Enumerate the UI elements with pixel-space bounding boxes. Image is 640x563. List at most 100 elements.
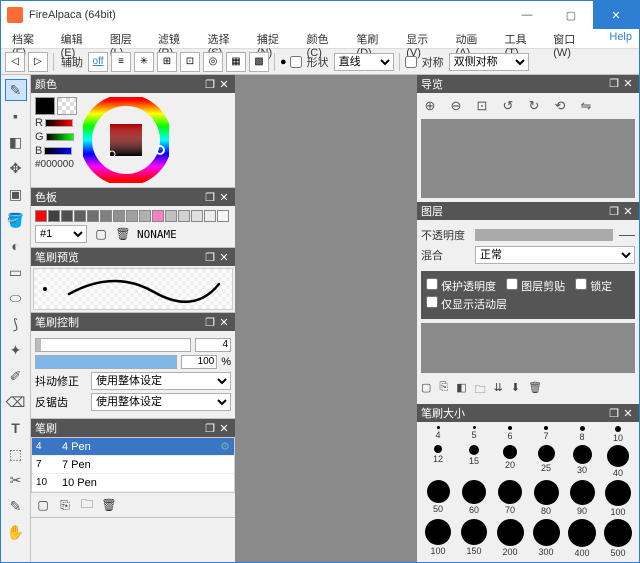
- shape-checkbox[interactable]: [290, 56, 302, 68]
- add-icon[interactable]: ▢: [93, 226, 109, 242]
- brush-size-cell[interactable]: 5: [457, 426, 491, 443]
- brush-size-cell[interactable]: 100: [421, 519, 455, 558]
- brush-size-cell[interactable]: 12: [421, 445, 455, 478]
- brush-size-cell[interactable]: 15: [457, 445, 491, 478]
- brush-row[interactable]: 44 Pen⚙: [32, 438, 234, 456]
- eyedropper-tool[interactable]: ✎: [5, 495, 27, 517]
- close-icon[interactable]: ✕: [217, 316, 231, 329]
- symmetry-select[interactable]: 双侧对称: [449, 53, 529, 71]
- snap-vanish-icon[interactable]: ⊞: [157, 52, 177, 72]
- undock-icon[interactable]: ❐: [607, 77, 621, 90]
- delete-layer-icon[interactable]: 🗑: [528, 381, 542, 400]
- wand-tool[interactable]: ✦: [5, 339, 27, 361]
- menu-item[interactable]: 颜色(C): [300, 29, 350, 48]
- undock-icon[interactable]: ❐: [203, 251, 217, 264]
- brush-size-cell[interactable]: 100: [601, 480, 635, 517]
- rotate-ccw-icon[interactable]: ↺: [499, 97, 517, 115]
- brush-size-cell[interactable]: 500: [601, 519, 635, 558]
- delete-icon[interactable]: 🗑: [101, 497, 117, 513]
- flip-icon[interactable]: ⇋: [577, 97, 595, 115]
- brush-size-cell[interactable]: 30: [565, 445, 599, 478]
- brush-size-cell[interactable]: 6: [493, 426, 527, 443]
- close-icon[interactable]: ✕: [217, 191, 231, 204]
- zoom-out-icon[interactable]: ⊖: [447, 97, 465, 115]
- minimize-button[interactable]: —: [505, 1, 549, 29]
- r-slider[interactable]: [45, 119, 73, 127]
- new-layer-icon[interactable]: ▢: [421, 381, 431, 400]
- reset-rotation-icon[interactable]: ⟲: [551, 97, 569, 115]
- snap-grid-icon[interactable]: ▩: [249, 52, 269, 72]
- palette-swatch[interactable]: [35, 210, 47, 222]
- palette-swatch[interactable]: [191, 210, 203, 222]
- undock-icon[interactable]: ❐: [607, 407, 621, 420]
- menu-item[interactable]: 图层(L): [103, 29, 151, 48]
- gradient-tool[interactable]: ◐: [5, 235, 27, 257]
- close-icon[interactable]: ✕: [621, 407, 635, 420]
- palette-preset[interactable]: #1: [35, 225, 87, 243]
- snap-curve-icon[interactable]: ▦: [226, 52, 246, 72]
- brush-size-cell[interactable]: 300: [529, 519, 563, 558]
- undo-button[interactable]: ◁: [5, 52, 25, 72]
- brush-tool[interactable]: ✎: [5, 79, 27, 101]
- protect-check[interactable]: 保护透明度: [426, 278, 496, 294]
- brush-list[interactable]: 44 Pen⚙77 Pen1010 Pen: [31, 437, 235, 493]
- palette-swatch[interactable]: [152, 210, 164, 222]
- palette-swatch[interactable]: [87, 210, 99, 222]
- blend-select[interactable]: 正常: [475, 246, 635, 264]
- brush-size-cell[interactable]: 40: [601, 445, 635, 478]
- clip-check[interactable]: 图层剪贴: [506, 278, 565, 294]
- maximize-button[interactable]: ▢: [549, 1, 593, 29]
- close-icon[interactable]: ✕: [621, 77, 635, 90]
- palette-swatch[interactable]: [126, 210, 138, 222]
- brush-size-cell[interactable]: 200: [493, 519, 527, 558]
- b-slider[interactable]: [44, 147, 72, 155]
- menu-item[interactable]: 窗口(W): [546, 29, 598, 48]
- menu-item[interactable]: 工具(T): [498, 29, 547, 48]
- close-icon[interactable]: ✕: [217, 78, 231, 91]
- symmetry-checkbox[interactable]: [405, 56, 417, 68]
- menu-item[interactable]: 捕捉(N): [250, 29, 300, 48]
- zoom-in-icon[interactable]: ⊕: [421, 97, 439, 115]
- brush-size-grid[interactable]: 4567810121520253040506070809010010015020…: [417, 422, 639, 562]
- close-icon[interactable]: ✕: [217, 251, 231, 264]
- undock-icon[interactable]: ❐: [203, 191, 217, 204]
- bg-color[interactable]: [57, 97, 77, 115]
- menu-item[interactable]: 显示(V): [399, 29, 448, 48]
- palette-swatch[interactable]: [178, 210, 190, 222]
- brush-size-cell[interactable]: 4: [421, 426, 455, 443]
- lock-check[interactable]: 锁定: [575, 278, 612, 294]
- layer-opacity-slider[interactable]: [475, 229, 613, 241]
- snap-cross-icon[interactable]: ✳: [134, 52, 154, 72]
- brush-size-cell[interactable]: 10: [601, 426, 635, 443]
- size-slider[interactable]: [35, 338, 191, 352]
- menu-item[interactable]: 笔刷(D): [349, 29, 399, 48]
- layer-list[interactable]: [421, 323, 635, 373]
- palette-swatch[interactable]: [61, 210, 73, 222]
- brush-size-cell[interactable]: 50: [421, 480, 455, 517]
- snap-radial-icon[interactable]: ⊡: [180, 52, 200, 72]
- menu-item[interactable]: 滤镜(R): [151, 29, 201, 48]
- dup-brush-icon[interactable]: ⎘: [57, 497, 73, 513]
- fill-tool[interactable]: ▣: [5, 183, 27, 205]
- merge-icon[interactable]: ⇊: [494, 381, 503, 400]
- menu-item[interactable]: 编辑(E): [54, 29, 103, 48]
- add-brush-icon[interactable]: ▢: [35, 497, 51, 513]
- palette-swatch[interactable]: [74, 210, 86, 222]
- down-icon[interactable]: ⬇: [511, 381, 520, 400]
- brush-size-cell[interactable]: 400: [565, 519, 599, 558]
- undock-icon[interactable]: ❐: [203, 316, 217, 329]
- palette-swatches[interactable]: [35, 210, 231, 222]
- palette-swatch[interactable]: [204, 210, 216, 222]
- brush-size-cell[interactable]: 70: [493, 480, 527, 517]
- rotate-cw-icon[interactable]: ↻: [525, 97, 543, 115]
- hex-value[interactable]: #000000: [35, 159, 77, 170]
- delete-icon[interactable]: 🗑: [115, 226, 131, 242]
- palette-swatch[interactable]: [100, 210, 112, 222]
- dot-tool[interactable]: ▪: [5, 105, 27, 127]
- opacity-slider[interactable]: [35, 355, 177, 369]
- palette-swatch[interactable]: [139, 210, 151, 222]
- onlyactive-check[interactable]: 仅显示活动层: [426, 296, 507, 312]
- brush-size-cell[interactable]: 8: [565, 426, 599, 443]
- menu-item[interactable]: 档案(F): [5, 29, 54, 48]
- undock-icon[interactable]: ❐: [607, 205, 621, 218]
